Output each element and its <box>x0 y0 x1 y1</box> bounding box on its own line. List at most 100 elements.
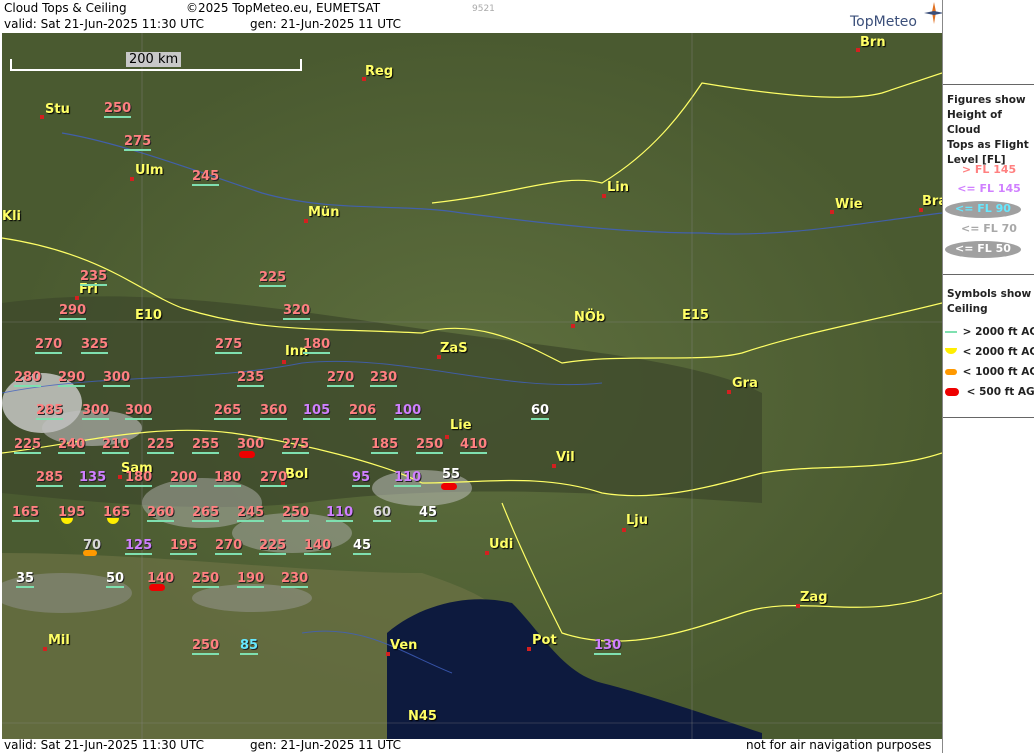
legend-level-fl50: <= FL 50 <box>955 242 1011 255</box>
legend-intro-line: Figures show <box>947 94 1026 106</box>
valid-time: valid: Sat 21-Jun-2025 11:30 UTC <box>4 17 204 31</box>
fl-label: 250 <box>416 437 444 454</box>
legend-symbol-row: < 500 ft AGL <box>945 386 1034 398</box>
fl-label: 250 <box>282 505 310 522</box>
fl-label: 290 <box>58 370 86 387</box>
legend-symbol-row: < 1000 ft AGL <box>945 366 1034 378</box>
fl-label: 250 <box>104 101 132 118</box>
legend-divider <box>943 84 1034 85</box>
topmeteo-logo[interactable]: TopMeteo <box>850 2 944 30</box>
fl-label: 125 <box>125 538 153 555</box>
city-label-mil: Mil <box>48 633 70 648</box>
fl-label: 50 <box>106 571 125 588</box>
fl-label: 245 <box>237 505 265 522</box>
legend-level-fl145: <= FL 145 <box>957 182 1021 195</box>
city-label-vil: Vil <box>556 450 575 465</box>
legend-symbol-row: < 2000 ft AGL <box>945 346 1034 358</box>
scale-label: 200 km <box>126 52 182 67</box>
fl-label: 280 <box>14 370 42 387</box>
disclaimer: not for air navigation purposes <box>746 738 932 752</box>
legend-level-fl145-plus: > FL 145 <box>961 163 1017 176</box>
city-marker <box>130 177 134 181</box>
legend-panel: Figures show Height of Cloud Tops as Fli… <box>942 0 1034 753</box>
city-label-zas: ZaS <box>440 341 468 356</box>
city-label-reg: Reg <box>365 64 394 79</box>
fl-label: 325 <box>81 337 109 354</box>
fl-label: 270 <box>327 370 355 387</box>
legend-symbol-label: < 2000 ft AGL <box>962 346 1034 358</box>
fl-label: 245 <box>192 169 220 186</box>
fl-label: 200 <box>170 470 198 487</box>
city-label-pot: Pot <box>532 633 557 648</box>
fl-label: 180 <box>125 470 153 487</box>
fl-label: 180 <box>303 337 331 354</box>
legend-intro-line: Tops as Flight <box>947 139 1029 151</box>
fl-label: 225 <box>259 270 287 287</box>
legend-level-fl70: <= FL 70 <box>961 222 1017 235</box>
fl-label: 55 <box>442 467 461 482</box>
fl-label: 255 <box>192 437 220 454</box>
grid-label-e10: E10 <box>135 308 162 323</box>
city-label-ulm: Ulm <box>135 163 164 178</box>
city-label-brn: Brn <box>860 35 886 50</box>
city-label-stu: Stu <box>45 102 70 117</box>
fl-label: 230 <box>281 571 309 588</box>
city-label-zag: Zag <box>800 590 828 605</box>
fl-label: 225 <box>147 437 175 454</box>
fl-label: 225 <box>259 538 287 555</box>
fl-label: 60 <box>531 403 550 420</box>
fl-label: 195 <box>170 538 198 555</box>
fl-label: 270 <box>215 538 243 555</box>
ceiling-orange-bar-icon <box>945 369 957 375</box>
fl-label: 140 <box>304 538 332 555</box>
satellite-map[interactable]: 200 km E10 E15 N45 Brn Reg Stu Ulm Lin W… <box>2 33 942 739</box>
generated-time: gen: 21-Jun-2025 11 UTC <box>250 17 402 31</box>
fl-label: 210 <box>102 437 130 454</box>
city-label-lju: Lju <box>626 513 648 528</box>
fl-label: 250 <box>192 638 220 655</box>
city-marker <box>43 647 47 651</box>
city-label-ven: Ven <box>390 638 418 653</box>
fl-label: 270 <box>35 337 63 354</box>
fl-label: 185 <box>371 437 399 454</box>
city-label-bol: Bol <box>285 467 309 482</box>
fl-label: 240 <box>58 437 86 454</box>
ceiling-symbol-below-2000 <box>107 518 119 524</box>
fl-label: 180 <box>214 470 242 487</box>
copyright: ©2025 TopMeteo.eu, EUMETSAT <box>186 1 381 15</box>
fl-label: 275 <box>124 134 152 151</box>
fl-label: 260 <box>147 505 175 522</box>
fl-label: 130 <box>594 638 622 655</box>
fl-label: 35 <box>16 571 35 588</box>
fl-label: 285 <box>36 470 64 487</box>
fl-label: 250 <box>192 571 220 588</box>
fl-label: 410 <box>460 437 488 454</box>
fl-label: 300 <box>125 403 153 420</box>
legend-divider <box>943 274 1034 275</box>
city-marker <box>445 435 449 439</box>
fl-label: 110 <box>326 505 354 522</box>
city-label-wie: Wie <box>835 197 863 212</box>
fl-label: 270 <box>260 470 288 487</box>
ceiling-half-circle-icon <box>945 348 957 354</box>
fl-label: 165 <box>12 505 40 522</box>
city-marker <box>602 194 606 198</box>
city-label-udi: Udi <box>489 537 514 552</box>
fl-label: 265 <box>192 505 220 522</box>
ceiling-symbol-low <box>441 483 457 490</box>
city-label-nob: NÖb <box>574 310 606 325</box>
fl-label: 275 <box>215 337 243 354</box>
fl-label: 290 <box>59 303 87 320</box>
city-marker <box>527 647 531 651</box>
fl-label: 85 <box>240 638 259 655</box>
fl-label: 285 <box>36 403 64 420</box>
fl-label: 105 <box>303 403 331 420</box>
grid-label-n45: N45 <box>408 709 437 724</box>
ceiling-line-icon <box>945 331 957 333</box>
fl-label: 300 <box>103 370 131 387</box>
fl-label: 235 <box>80 269 108 286</box>
legend-symbols-title: Symbols show Ceiling <box>947 287 1031 317</box>
grid-label-e15: E15 <box>682 308 709 323</box>
fl-label: 45 <box>353 538 372 555</box>
footer-valid-time: valid: Sat 21-Jun-2025 11:30 UTC <box>4 738 204 752</box>
